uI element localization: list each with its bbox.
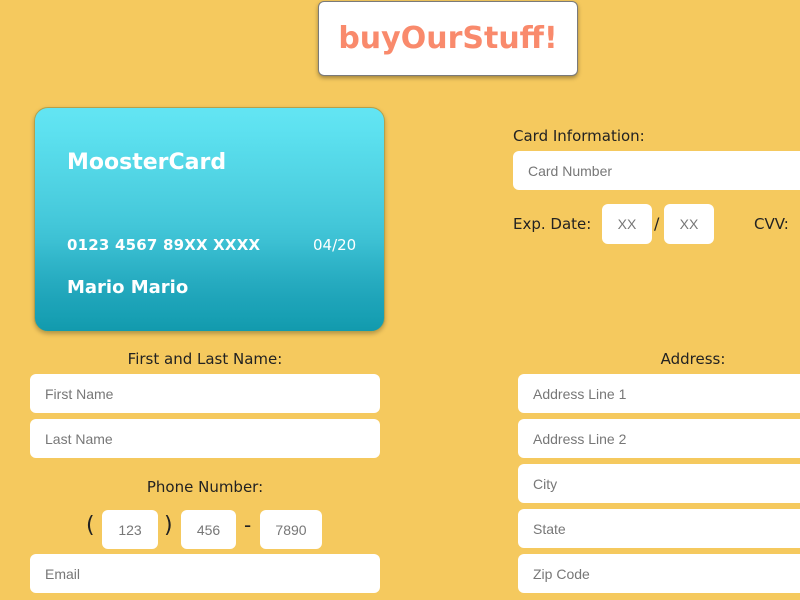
card-info-heading: Card Information: xyxy=(513,127,645,145)
name-heading: First and Last Name: xyxy=(127,350,283,368)
last-name-input[interactable] xyxy=(30,419,380,458)
cvv-label: CVV: xyxy=(754,215,789,233)
address-heading: Address: xyxy=(660,350,726,368)
card-brand: MoosterCard xyxy=(67,150,227,175)
phone-dash: - xyxy=(244,513,252,537)
address-line1-input[interactable] xyxy=(518,374,800,413)
first-name-input[interactable] xyxy=(30,374,380,413)
address-line2-input[interactable] xyxy=(518,419,800,458)
exp-separator: / xyxy=(654,214,660,233)
card-number-display: 0123 4567 89XX XXXX xyxy=(67,236,261,254)
zip-code-input[interactable] xyxy=(518,554,800,593)
card-holder-display: Mario Mario xyxy=(67,277,189,298)
exp-year-input[interactable] xyxy=(664,204,714,244)
phone-area-code-input[interactable] xyxy=(102,510,158,549)
phone-open-paren: ( xyxy=(86,513,95,538)
phone-close-paren: ) xyxy=(164,513,173,538)
phone-prefix-input[interactable] xyxy=(181,510,236,549)
credit-card-preview: MoosterCard 0123 4567 89XX XXXX 04/20 Ma… xyxy=(34,107,385,332)
email-input[interactable] xyxy=(30,554,380,593)
exp-month-input[interactable] xyxy=(602,204,652,244)
phone-heading: Phone Number: xyxy=(146,478,264,496)
card-number-input[interactable] xyxy=(513,151,800,190)
exp-date-label: Exp. Date: xyxy=(513,215,592,233)
card-expiry-display: 04/20 xyxy=(313,236,357,254)
phone-line-input[interactable] xyxy=(260,510,322,549)
city-input[interactable] xyxy=(518,464,800,503)
state-input[interactable] xyxy=(518,509,800,548)
site-logo: buyOurStuff! xyxy=(318,1,578,76)
